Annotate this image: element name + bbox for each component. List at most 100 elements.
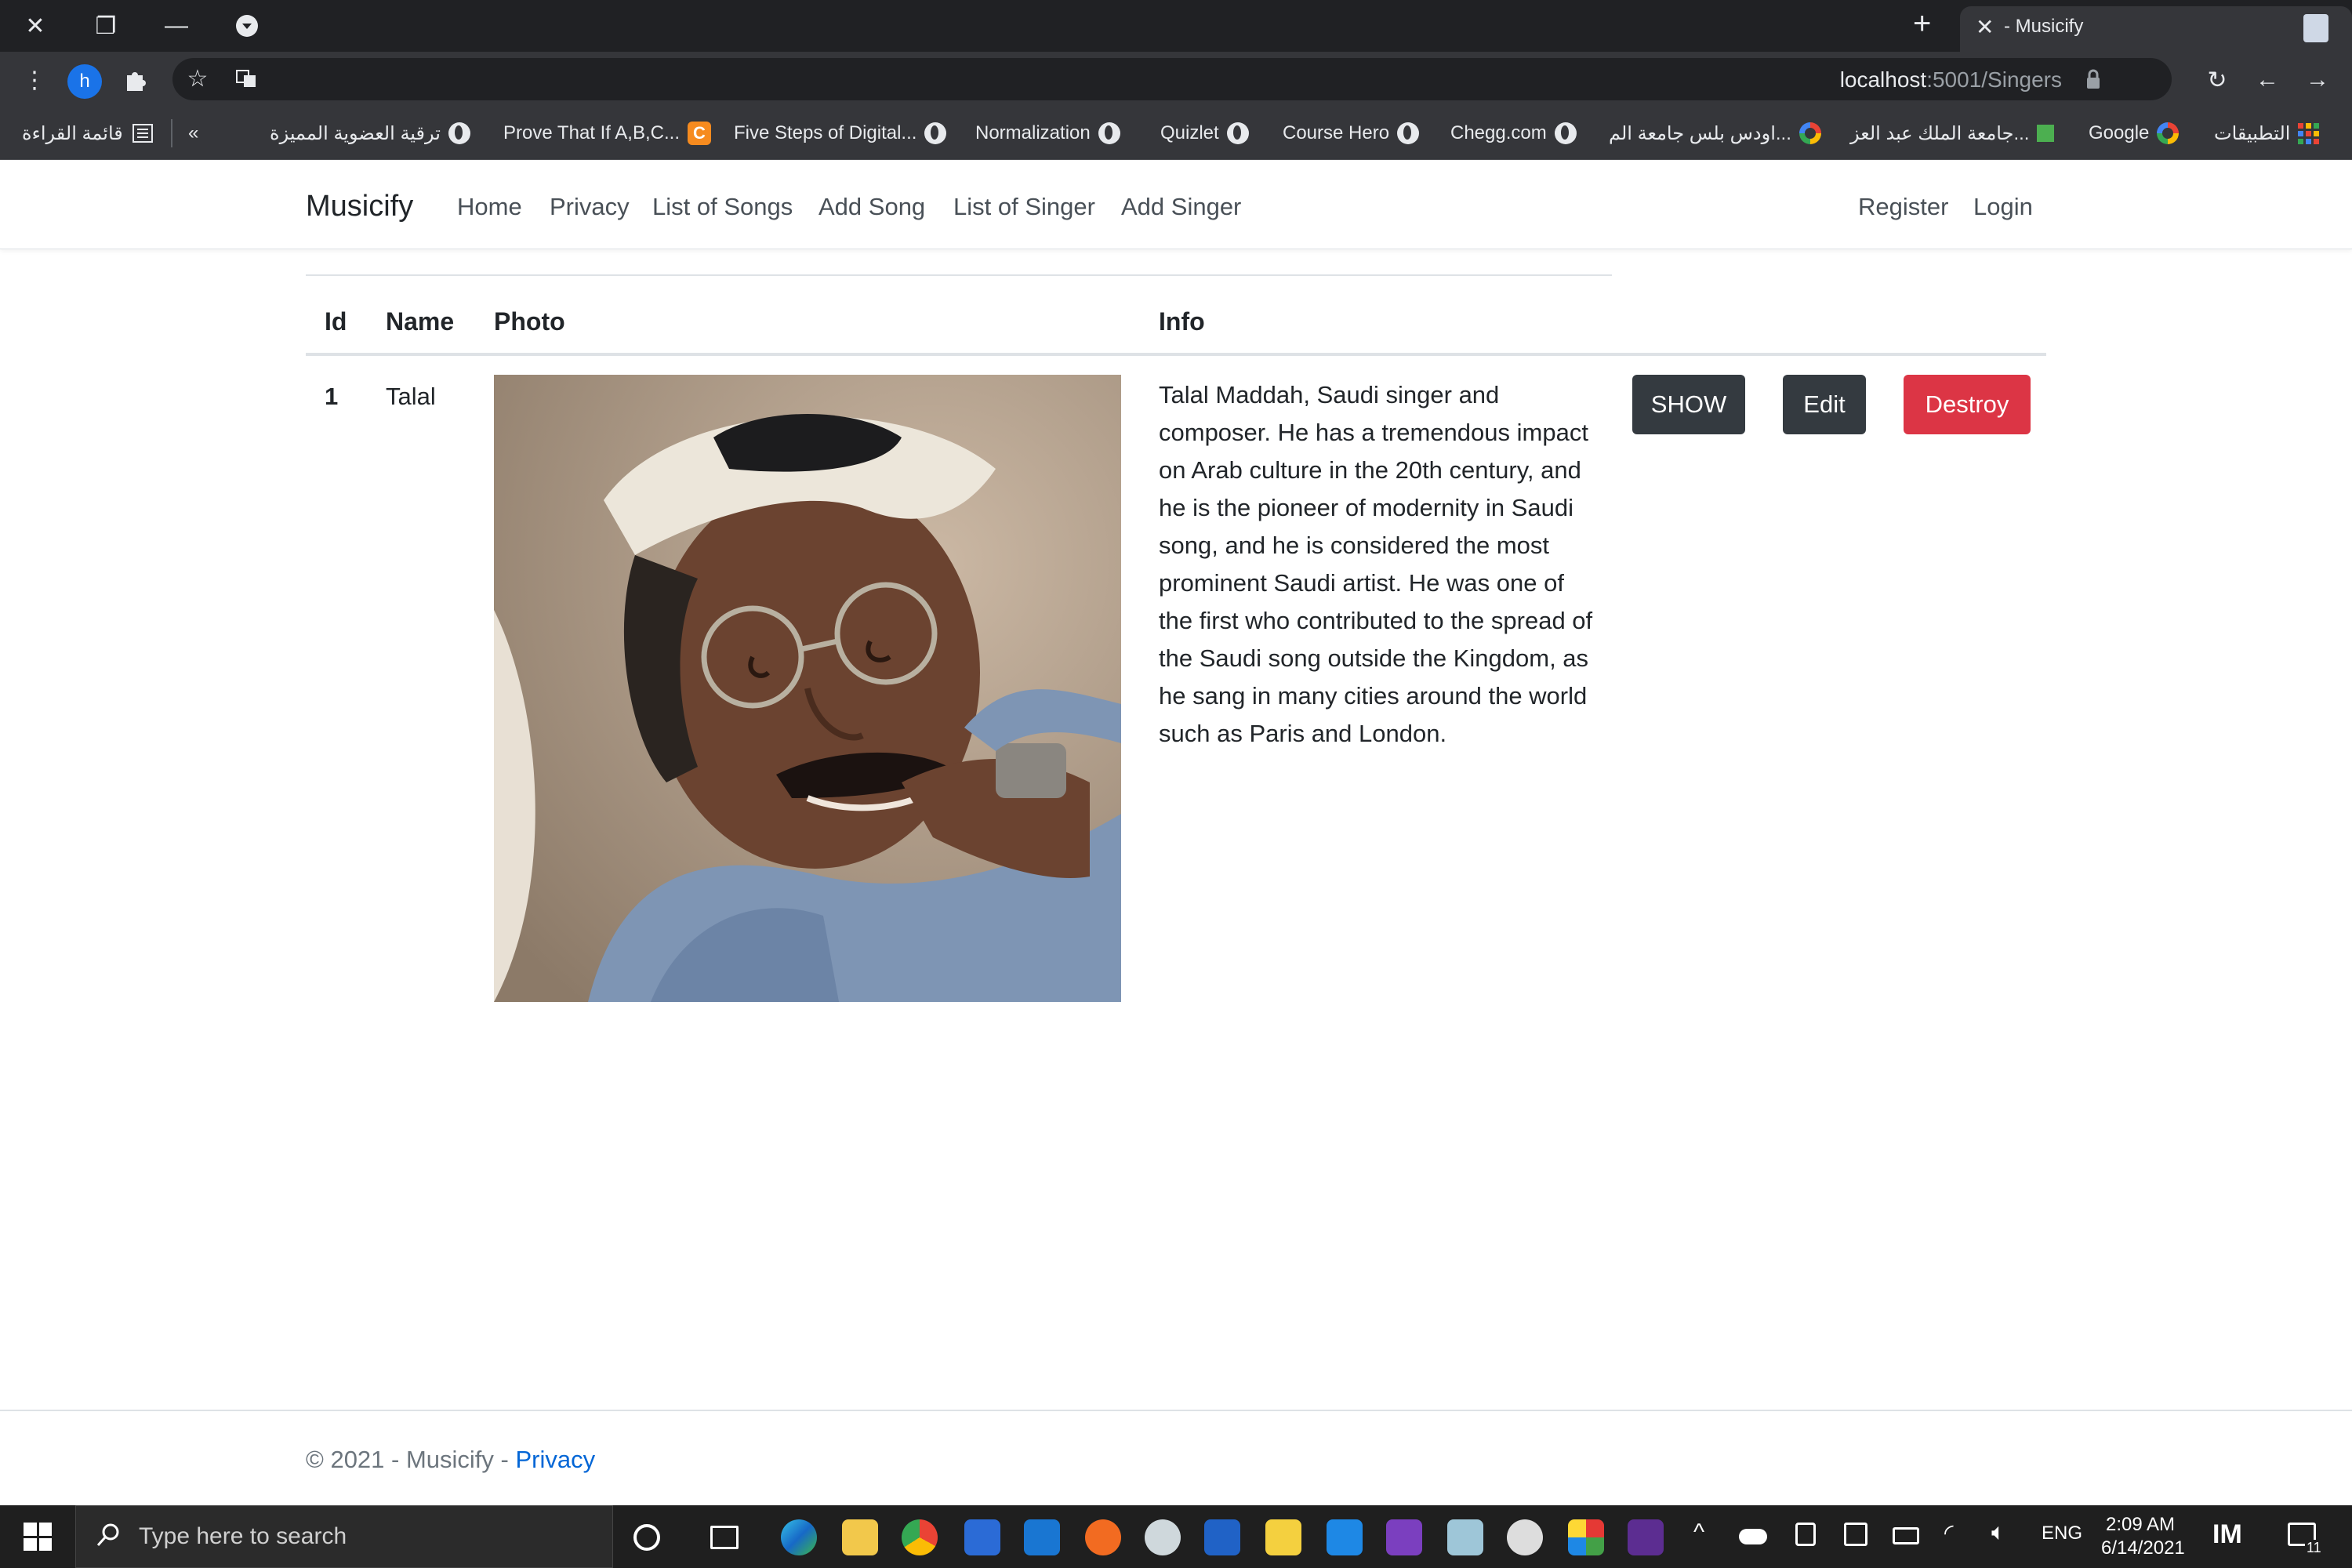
- header-name: Name: [386, 307, 455, 336]
- bookmark-premium[interactable]: ترقية العضوية المميزة: [270, 119, 470, 147]
- globe-icon: [1226, 122, 1249, 144]
- nav-add-singer[interactable]: Add Singer: [1121, 193, 1241, 221]
- bookmark-label: التطبيقات: [2214, 122, 2291, 144]
- paint-icon[interactable]: [1145, 1519, 1181, 1555]
- terminal-icon[interactable]: [1628, 1519, 1664, 1555]
- clock[interactable]: 2:09 AM 6/14/2021: [2101, 1513, 2185, 1560]
- store-icon[interactable]: [964, 1519, 1000, 1555]
- chegg-icon: C: [688, 122, 711, 145]
- volume-icon[interactable]: 🔈︎: [1991, 1519, 2005, 1546]
- reading-list-button[interactable]: قائمة القراءة: [22, 119, 154, 147]
- bookmark-google[interactable]: Google: [2089, 119, 2180, 147]
- singer-info: Talal Maddah, Saudi singer and composer.…: [1159, 381, 1593, 747]
- notepad-icon[interactable]: [1447, 1519, 1483, 1555]
- mail-icon[interactable]: [1024, 1519, 1060, 1555]
- more-bookmarks-button[interactable]: «: [188, 119, 198, 147]
- destroy-button[interactable]: Destroy: [1904, 375, 2031, 434]
- bookmarks-separator: [171, 119, 172, 147]
- bookmark-quizlet[interactable]: Quizlet: [1160, 119, 1249, 147]
- bookmark-label: Prove That If A,B,C...: [503, 122, 680, 143]
- menu-dots-icon[interactable]: ⋮: [17, 63, 52, 97]
- bookmark-label: اودس بلس جامعة الم...: [1609, 122, 1791, 144]
- new-tab-button[interactable]: +: [1913, 6, 1931, 42]
- media-icon[interactable]: [1507, 1519, 1543, 1555]
- lock-icon[interactable]: [2085, 69, 2101, 89]
- nav-add-song[interactable]: Add Song: [818, 193, 925, 221]
- nav-login[interactable]: Login: [1973, 193, 2033, 221]
- bookmark-prove[interactable]: Prove That If A,B,C... C: [503, 119, 711, 147]
- cortana-icon[interactable]: [633, 1524, 660, 1551]
- bookmark-star-icon[interactable]: ☆: [180, 61, 215, 96]
- bookmark-apps[interactable]: التطبيقات: [2214, 119, 2320, 147]
- tool-icon[interactable]: [1265, 1519, 1301, 1555]
- header-info: Info: [1159, 307, 1205, 336]
- address-bar[interactable]: ☆ localhost:5001/Singers: [172, 58, 2172, 100]
- visual-studio-icon[interactable]: [1386, 1519, 1422, 1555]
- tab-title: - Musicify: [2004, 16, 2084, 37]
- chevron-up-icon[interactable]: ^: [1693, 1519, 1704, 1546]
- vscode-icon[interactable]: [1327, 1519, 1363, 1555]
- file-explorer-icon[interactable]: [842, 1519, 878, 1555]
- browser-toolbar: ⋮ h ☆ localhost:5001/Singers ↻ ← →: [0, 52, 2352, 107]
- nav-register[interactable]: Register: [1858, 193, 1948, 221]
- footer-copyright: © 2021 - Musicify -: [306, 1446, 516, 1473]
- footer-text: © 2021 - Musicify - Privacy: [306, 1446, 595, 1474]
- device-icon[interactable]: [1844, 1523, 1867, 1546]
- nav-list-of-singer[interactable]: List of Singer: [953, 193, 1095, 221]
- bookmark-label: جامعة الملك عبد العز...: [1850, 122, 2030, 144]
- bookmarks-bar: قائمة القراءة « ترقية العضوية المميزة Pr…: [0, 107, 2352, 160]
- globe-icon: [1554, 122, 1577, 144]
- globe-icon: [924, 122, 947, 144]
- google-icon: [2157, 122, 2180, 144]
- browser-titlebar: ✕ ❐ — + ✕ - Musicify: [0, 0, 2352, 52]
- minimize-window-icon[interactable]: —: [141, 0, 212, 52]
- tab-close-icon[interactable]: ✕: [1976, 14, 1994, 40]
- im-icon[interactable]: IM: [2212, 1519, 2242, 1550]
- taskbar-search[interactable]: Type here to search: [75, 1505, 613, 1568]
- powershell-icon[interactable]: [1204, 1519, 1240, 1555]
- tab-favicon-icon: [2303, 14, 2328, 42]
- postman-icon[interactable]: [1085, 1519, 1121, 1555]
- university-icon: [2037, 125, 2055, 142]
- bookmark-label: Google: [2089, 122, 2150, 143]
- bookmark-odus[interactable]: اودس بلس جامعة الم...: [1609, 119, 1821, 147]
- bookmark-kau[interactable]: جامعة الملك عبد العز...: [1850, 119, 2055, 147]
- language-indicator[interactable]: ENG: [2042, 1523, 2082, 1544]
- edge-icon[interactable]: [781, 1519, 817, 1555]
- profile-avatar[interactable]: h: [67, 64, 102, 99]
- forward-icon[interactable]: →: [2300, 63, 2335, 97]
- windows-start-icon[interactable]: [24, 1523, 52, 1551]
- bookmark-course-hero[interactable]: Course Hero: [1283, 119, 1420, 147]
- bookmark-five-steps[interactable]: Five Steps of Digital...: [734, 119, 947, 147]
- onedrive-icon[interactable]: [1739, 1529, 1767, 1544]
- chrome-icon[interactable]: [902, 1519, 938, 1555]
- nav-privacy[interactable]: Privacy: [550, 193, 630, 221]
- app-icon[interactable]: [1568, 1519, 1604, 1555]
- battery-icon[interactable]: [1893, 1527, 1919, 1544]
- tab-search-icon[interactable]: [212, 0, 282, 52]
- site-brand[interactable]: Musicify: [306, 190, 413, 223]
- nav-list-of-songs[interactable]: List of Songs: [652, 193, 793, 221]
- back-icon[interactable]: ←: [2250, 63, 2285, 97]
- wifi-icon[interactable]: ◜: [1944, 1519, 1954, 1547]
- globe-icon: [1397, 122, 1420, 144]
- close-window-icon[interactable]: ✕: [0, 0, 71, 52]
- bookmark-normalization[interactable]: Normalization: [975, 119, 1120, 147]
- url-text: localhost:5001/Singers: [1839, 67, 2062, 92]
- show-button[interactable]: SHOW: [1632, 375, 1745, 434]
- bookmark-label: Normalization: [975, 122, 1091, 143]
- nav-home[interactable]: Home: [457, 193, 522, 221]
- task-view-icon[interactable]: [710, 1526, 739, 1549]
- site-footer: © 2021 - Musicify - Privacy: [0, 1410, 2352, 1505]
- edit-button[interactable]: Edit: [1783, 375, 1866, 434]
- extensions-icon[interactable]: [118, 63, 152, 97]
- translate-icon[interactable]: [229, 61, 263, 96]
- restore-window-icon[interactable]: ❐: [71, 0, 141, 52]
- meet-icon[interactable]: [1795, 1523, 1816, 1546]
- apps-icon: [2298, 122, 2320, 144]
- browser-tab[interactable]: ✕ - Musicify: [1960, 6, 2352, 52]
- footer-privacy-link[interactable]: Privacy: [515, 1446, 595, 1473]
- reload-icon[interactable]: ↻: [2200, 63, 2234, 97]
- bookmark-chegg[interactable]: Chegg.com: [1450, 119, 1577, 147]
- globe-icon: [448, 122, 470, 144]
